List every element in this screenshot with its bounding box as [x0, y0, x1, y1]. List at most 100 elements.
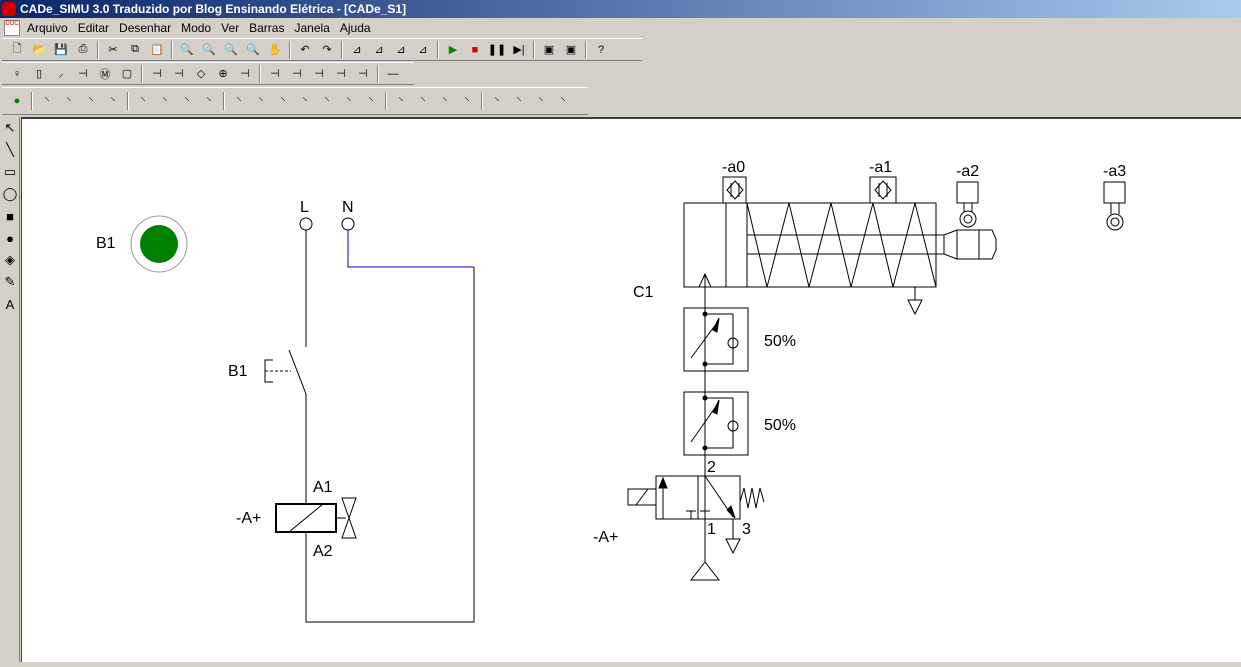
coil-2-button[interactable]: ⊣ [234, 64, 256, 84]
menu-ajuda[interactable]: Ajuda [337, 21, 378, 35]
e-nc2-button[interactable]: ⸌ [102, 91, 124, 111]
o-no-button[interactable]: ⸌ [132, 91, 154, 111]
drawing-canvas[interactable]: B1 L N B1 A1 A2 -A+ C1 -a0 -a1 -a2 -a3 5… [21, 117, 1241, 662]
sensor-a3[interactable] [1103, 181, 1126, 231]
io-button[interactable]: ⊣ [330, 64, 352, 84]
green-lamp-button[interactable]: ● [6, 91, 28, 111]
pan-button[interactable]: ✋ [264, 40, 286, 60]
filled-rectangle-tool[interactable]: ■ [0, 205, 20, 227]
line-terminal[interactable] [299, 217, 313, 231]
sensor-a1[interactable] [869, 176, 897, 204]
fill-tool[interactable]: ◈ [0, 249, 20, 271]
push-no-button[interactable]: ⊣ [168, 64, 190, 84]
sensor-a0[interactable] [722, 176, 747, 204]
menu-arquivo[interactable]: Arquivo [24, 21, 75, 35]
new-button[interactable]: 🗋 [6, 40, 28, 60]
d-nc2-button[interactable]: ⸌ [552, 91, 574, 111]
menu-modo[interactable]: Modo [178, 21, 218, 35]
align-4-button[interactable]: ⊿ [412, 40, 434, 60]
help-button[interactable]: ? [590, 40, 612, 60]
menu-ver[interactable]: Ver [218, 21, 246, 35]
menu-desenhar[interactable]: Desenhar [116, 21, 178, 35]
f-nonc-button[interactable]: ⸌ [272, 91, 294, 111]
zoom-window-button[interactable]: 🔍 [220, 40, 242, 60]
fuse-button[interactable]: ▯ [28, 64, 50, 84]
color-picker-tool[interactable]: ✎ [0, 271, 20, 293]
neutral-terminal[interactable] [341, 217, 355, 231]
plc-button[interactable]: ⊣ [352, 64, 374, 84]
stop-button[interactable]: ■ [464, 40, 486, 60]
pushbutton-b1[interactable] [264, 359, 291, 383]
cut-button[interactable]: ✂ [102, 40, 124, 60]
o-nonc-button[interactable]: ⸌ [176, 91, 198, 111]
f-no3-button[interactable]: ⸌ [316, 91, 338, 111]
pause-button[interactable]: ❚❚ [486, 40, 508, 60]
f-nc2-button[interactable]: ⸌ [294, 91, 316, 111]
c-no-button[interactable]: ⸌ [390, 91, 412, 111]
lamp-button[interactable]: ♀ [6, 64, 28, 84]
menu-janela[interactable]: Janela [291, 21, 336, 35]
step-button[interactable]: ▶| [508, 40, 530, 60]
copy-button[interactable]: ⧉ [124, 40, 146, 60]
cylinder-c1[interactable] [683, 202, 997, 316]
zoom-fit-button[interactable]: 🔍 [242, 40, 264, 60]
triple-switch-button[interactable]: ⊣ [72, 64, 94, 84]
flow-control-1[interactable] [683, 307, 749, 372]
filled-ellipse-tool[interactable]: ● [0, 227, 20, 249]
paste-button[interactable]: 📋 [146, 40, 168, 60]
align-1-button[interactable]: ⊿ [346, 40, 368, 60]
rectangle-tool[interactable]: ▭ [0, 161, 20, 183]
window-2-button[interactable]: ▣ [560, 40, 582, 60]
open-button[interactable]: 📂 [28, 40, 50, 60]
f-x-button[interactable]: ⸌ [360, 91, 382, 111]
menu-barras[interactable]: Barras [246, 21, 291, 35]
align-3-button[interactable]: ⊿ [390, 40, 412, 60]
flow-control-2[interactable] [683, 391, 749, 456]
align-2-button[interactable]: ⊿ [368, 40, 390, 60]
e-nonc-button[interactable]: ⸌ [80, 91, 102, 111]
relay-button[interactable]: ▢ [116, 64, 138, 84]
timer-button[interactable]: ⊣ [308, 64, 330, 84]
line-tool[interactable]: ╲ [0, 139, 20, 161]
diamond-button[interactable]: ◇ [190, 64, 212, 84]
contactor-button[interactable]: ⊣ [286, 64, 308, 84]
f-nc3-button[interactable]: ⸌ [338, 91, 360, 111]
coil-button[interactable]: ⊕ [212, 64, 234, 84]
save-button[interactable]: 💾 [50, 40, 72, 60]
zoom-in-button[interactable]: 🔍 [176, 40, 198, 60]
d-nonc-button[interactable]: ⸌ [530, 91, 552, 111]
redo-button[interactable]: ↷ [316, 40, 338, 60]
select-tool[interactable]: ↖ [0, 117, 20, 139]
wire-button[interactable]: — [382, 64, 404, 84]
d-nc-button[interactable]: ⸌ [508, 91, 530, 111]
toolbar-separator [259, 64, 261, 83]
c-nonc-button[interactable]: ⸌ [434, 91, 456, 111]
e-nc-button[interactable]: ⸌ [58, 91, 80, 111]
c-nc2-button[interactable]: ⸌ [456, 91, 478, 111]
lamp-b1[interactable] [130, 215, 188, 273]
print-button[interactable]: ⎙ [72, 40, 94, 60]
zoom-out-button[interactable]: 🔍 [198, 40, 220, 60]
f-no-button[interactable]: ⸌ [228, 91, 250, 111]
switch-button[interactable]: ⸝ [50, 64, 72, 84]
window-1-button[interactable]: ▣ [538, 40, 560, 60]
menu-editar[interactable]: Editar [75, 21, 116, 35]
sensor-a2[interactable] [956, 181, 979, 228]
f-nc-button[interactable]: ⸌ [250, 91, 272, 111]
solenoid-coil[interactable] [275, 497, 357, 539]
logic-button[interactable]: ⊣ [264, 64, 286, 84]
text-tool[interactable]: A [0, 293, 20, 315]
d-no-button[interactable]: ⸌ [486, 91, 508, 111]
ellipse-tool[interactable]: ◯ [0, 183, 20, 205]
drawing-palette: ↖ ╲ ▭ ◯ ■ ● ◈ ✎ A [0, 117, 20, 662]
o-nc2-button[interactable]: ⸌ [198, 91, 220, 111]
play-button[interactable]: ▶ [442, 40, 464, 60]
toolbar-separator [533, 40, 535, 59]
c-nc-button[interactable]: ⸌ [412, 91, 434, 111]
undo-button[interactable]: ↶ [294, 40, 316, 60]
o-nc-button[interactable]: ⸌ [154, 91, 176, 111]
contact-no-button[interactable]: ⊣ [146, 64, 168, 84]
document-icon[interactable]: DOC [4, 20, 20, 36]
e-no-button[interactable]: ⸌ [36, 91, 58, 111]
motor-button[interactable]: Ⓜ [94, 64, 116, 84]
